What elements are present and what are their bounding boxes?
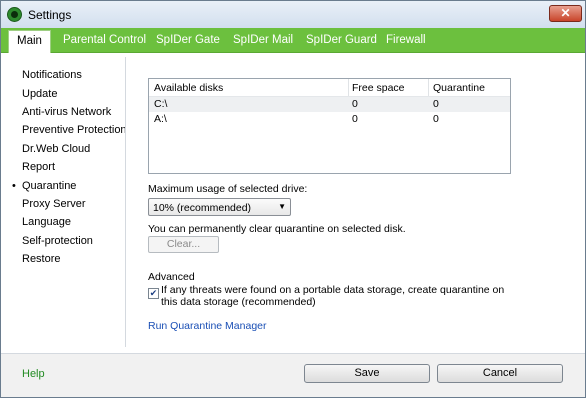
sidebar-divider	[125, 57, 126, 347]
selected-bullet: •	[12, 180, 16, 192]
drweb-spider-icon	[7, 7, 22, 22]
sidebar-item-restore[interactable]: Restore	[22, 253, 61, 265]
portable-quarantine-label[interactable]: If any threats were found on a portable …	[161, 284, 506, 308]
tab-main[interactable]: Main	[8, 30, 51, 53]
sidebar-item-language[interactable]: Language	[22, 216, 71, 228]
tab-spider-guard[interactable]: SpIDer Guard	[298, 28, 385, 52]
sidebar-item-update[interactable]: Update	[22, 88, 57, 100]
table-row[interactable]: A:\ 0 0	[149, 112, 510, 127]
quarantine-cell: 0	[433, 98, 439, 110]
max-usage-selected-value: 10% (recommended)	[153, 202, 252, 214]
tab-spider-gate[interactable]: SpIDer Gate	[148, 28, 228, 52]
clear-info-text: You can permanently clear quarantine on …	[148, 223, 406, 235]
disks-table: Available disks Free space Quarantine C:…	[148, 78, 511, 174]
column-divider	[428, 79, 429, 96]
sidebar-item-report[interactable]: Report	[22, 161, 55, 173]
table-row[interactable]: C:\ 0 0	[149, 97, 510, 112]
tab-spider-mail[interactable]: SpIDer Mail	[225, 28, 301, 52]
clear-button[interactable]: Clear...	[148, 236, 219, 253]
cancel-button[interactable]: Cancel	[437, 364, 563, 383]
max-usage-label: Maximum usage of selected drive:	[148, 183, 308, 195]
window-title: Settings	[28, 8, 72, 22]
free-space-cell: 0	[352, 113, 358, 125]
column-header-available-disks[interactable]: Available disks	[154, 82, 223, 94]
dropdown-arrow-icon: ▼	[278, 202, 286, 211]
sidebar-item-drweb-cloud[interactable]: Dr.Web Cloud	[22, 143, 90, 155]
sidebar: Notifications Update Anti-virus Network …	[1, 53, 127, 347]
tab-bar: Main Parental Control SpIDer Gate SpIDer…	[1, 28, 585, 53]
tab-firewall[interactable]: Firewall	[378, 28, 434, 52]
save-button[interactable]: Save	[304, 364, 430, 383]
sidebar-item-quarantine[interactable]: • Quarantine	[12, 180, 77, 192]
quarantine-cell: 0	[433, 113, 439, 125]
sidebar-item-proxy-server[interactable]: Proxy Server	[22, 198, 86, 210]
column-header-quarantine[interactable]: Quarantine	[433, 82, 485, 94]
sidebar-item-label: Quarantine	[22, 180, 77, 192]
run-quarantine-manager-link[interactable]: Run Quarantine Manager	[148, 320, 267, 332]
column-divider	[348, 79, 349, 96]
title-bar: Settings ✕	[1, 1, 585, 29]
help-link[interactable]: Help	[22, 368, 45, 380]
sidebar-item-preventive-protection[interactable]: Preventive Protection	[22, 124, 127, 136]
max-usage-dropdown[interactable]: 10% (recommended) ▼	[148, 198, 291, 216]
table-header: Available disks Free space Quarantine	[149, 79, 510, 97]
tab-parental-control[interactable]: Parental Control	[55, 28, 154, 52]
advanced-heading: Advanced	[148, 271, 195, 283]
disk-cell: A:\	[154, 113, 167, 125]
disk-cell: C:\	[154, 98, 168, 110]
sidebar-item-antivirus-network[interactable]: Anti-virus Network	[22, 106, 111, 118]
sidebar-item-self-protection[interactable]: Self-protection	[22, 235, 93, 247]
settings-window: Settings ✕ Main Parental Control SpIDer …	[0, 0, 586, 398]
sidebar-item-notifications[interactable]: Notifications	[22, 69, 82, 81]
portable-quarantine-checkbox[interactable]: ✔	[148, 288, 159, 299]
column-header-free-space[interactable]: Free space	[352, 82, 405, 94]
free-space-cell: 0	[352, 98, 358, 110]
close-button[interactable]: ✕	[549, 5, 582, 22]
